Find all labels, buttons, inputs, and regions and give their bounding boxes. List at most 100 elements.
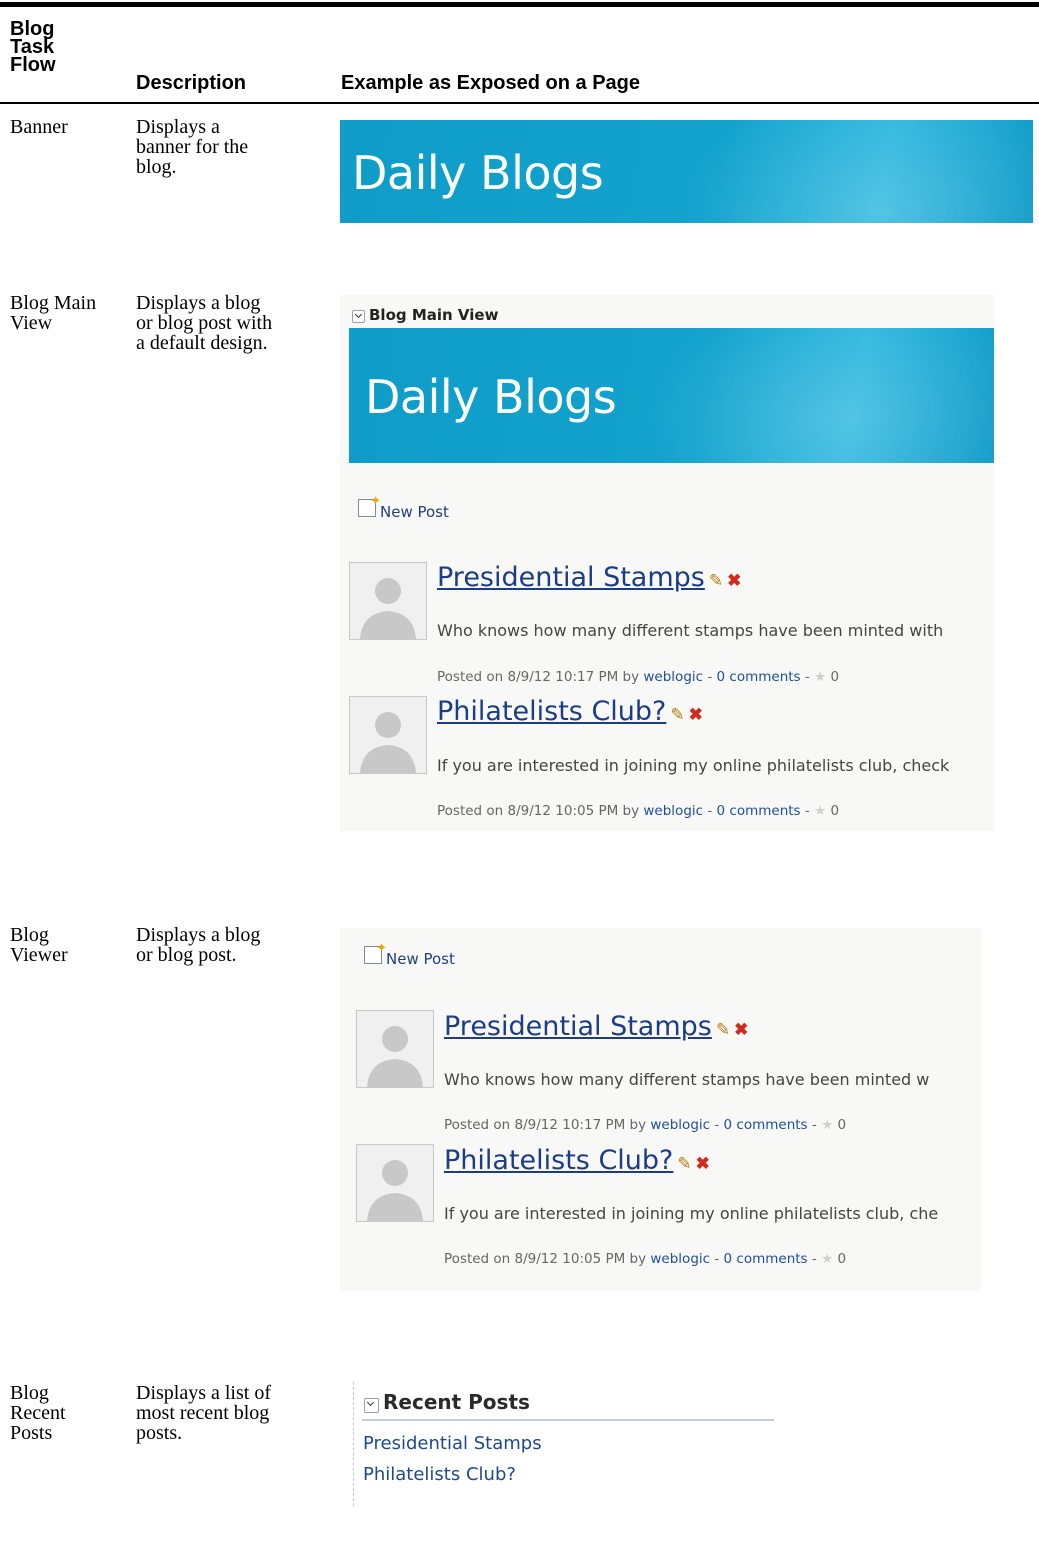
- chevron-down-icon[interactable]: [352, 309, 365, 323]
- posted-on: Posted on 8/9/12 10:05 PM by: [444, 1251, 651, 1267]
- flow-line: Recent: [10, 1402, 66, 1424]
- desc-line: blog.: [136, 156, 177, 178]
- row-banner-flow: Banner: [10, 117, 68, 137]
- desc-line: most recent blog: [136, 1402, 270, 1424]
- star-icon[interactable]: ★: [814, 803, 826, 819]
- banner: Daily Blogs: [349, 328, 994, 463]
- flow-line: View: [10, 312, 53, 334]
- new-post-label: New Post: [380, 503, 449, 521]
- separator: -: [800, 669, 815, 685]
- comments-link[interactable]: 0 comments: [724, 1117, 808, 1133]
- flow-line: Blog: [10, 1382, 49, 1404]
- post-title-row: Philatelists Club? ✎ ✖: [444, 1145, 710, 1176]
- flow-line: Blog Main: [10, 292, 97, 314]
- panel-header: Blog Main View: [352, 306, 498, 325]
- author-link[interactable]: weblogic: [643, 803, 703, 819]
- comments-link[interactable]: 0 comments: [717, 669, 801, 685]
- author-link[interactable]: weblogic: [643, 669, 703, 685]
- avatar: [349, 696, 427, 774]
- desc-line: or blog post.: [136, 944, 237, 966]
- post-title-row: Presidential Stamps ✎ ✖: [444, 1011, 748, 1042]
- banner-title: Daily Blogs: [352, 146, 604, 200]
- post-meta: Posted on 8/9/12 10:05 PM by weblogic - …: [444, 1251, 846, 1267]
- separator: -: [703, 803, 717, 819]
- pencil-icon[interactable]: ✎: [670, 705, 684, 724]
- separator: -: [703, 669, 717, 685]
- desc-line: banner for the: [136, 136, 249, 158]
- header-col-description: Description: [136, 72, 247, 94]
- separator: -: [710, 1117, 724, 1133]
- rating-count: 0: [830, 669, 840, 685]
- post-excerpt: If you are interested in joining my onli…: [437, 756, 950, 775]
- pencil-icon[interactable]: ✎: [677, 1154, 691, 1173]
- flow-line: Banner: [10, 116, 68, 138]
- posted-on: Posted on 8/9/12 10:05 PM by: [437, 803, 644, 819]
- star-icon[interactable]: ★: [814, 669, 826, 685]
- header-col-flow: Blog Task Flow: [10, 19, 56, 75]
- comments-link[interactable]: 0 comments: [724, 1251, 808, 1267]
- flow-line: Posts: [10, 1422, 53, 1444]
- desc-line: Displays a blog: [136, 292, 261, 314]
- post-meta: Posted on 8/9/12 10:05 PM by weblogic - …: [437, 803, 839, 819]
- row-mainview-description: Displays a blog or blog post with a defa…: [136, 293, 272, 353]
- post-title-link[interactable]: Presidential Stamps: [444, 1011, 712, 1042]
- desc-line: Displays a list of: [136, 1382, 271, 1404]
- new-post-button[interactable]: New Post: [358, 493, 449, 522]
- pencil-icon[interactable]: ✎: [716, 1020, 730, 1039]
- desc-line: Displays a blog: [136, 924, 261, 946]
- author-link[interactable]: weblogic: [650, 1251, 710, 1267]
- avatar: [356, 1010, 434, 1088]
- recent-post-link[interactable]: Presidential Stamps: [363, 1433, 542, 1454]
- separator: -: [807, 1117, 822, 1133]
- post-title-link[interactable]: Presidential Stamps: [437, 562, 705, 593]
- post-meta: Posted on 8/9/12 10:17 PM by weblogic - …: [437, 669, 839, 685]
- author-link[interactable]: weblogic: [650, 1117, 710, 1133]
- rating-count: 0: [837, 1251, 847, 1267]
- recent-post-link[interactable]: Philatelists Club?: [363, 1464, 516, 1485]
- banner-example: Daily Blogs: [340, 120, 1033, 223]
- flow-line: Blog: [10, 924, 49, 946]
- pencil-icon[interactable]: ✎: [709, 571, 723, 590]
- panel-title: Blog Main View: [369, 306, 499, 324]
- row-recent-description: Displays a list of most recent blog post…: [136, 1383, 271, 1443]
- posted-on: Posted on 8/9/12 10:17 PM by: [437, 669, 644, 685]
- delete-icon[interactable]: ✖: [734, 1020, 748, 1039]
- posted-on: Posted on 8/9/12 10:17 PM by: [444, 1117, 651, 1133]
- rating-count: 0: [830, 803, 840, 819]
- desc-line: or blog post with: [136, 312, 273, 334]
- header-rule: [0, 102, 1039, 104]
- new-post-icon: [358, 493, 381, 517]
- comments-link[interactable]: 0 comments: [717, 803, 801, 819]
- chevron-down-icon[interactable]: [364, 1397, 379, 1413]
- post-meta: Posted on 8/9/12 10:17 PM by weblogic - …: [444, 1117, 846, 1133]
- post-title-row: Philatelists Club? ✎ ✖: [437, 696, 703, 727]
- separator: -: [710, 1251, 724, 1267]
- blog-viewer-panel: New Post Presidential Stamps ✎ ✖ Who kno…: [340, 928, 982, 1291]
- desc-line: Displays a: [136, 116, 220, 138]
- post-excerpt: Who knows how many different stamps have…: [444, 1070, 930, 1089]
- desc-line: posts.: [136, 1422, 183, 1444]
- post-excerpt: Who knows how many different stamps have…: [437, 621, 944, 640]
- delete-icon[interactable]: ✖: [689, 705, 703, 724]
- new-post-label: New Post: [386, 950, 455, 968]
- star-icon[interactable]: ★: [821, 1117, 833, 1133]
- banner-title: Daily Blogs: [365, 370, 617, 424]
- separator: -: [807, 1251, 822, 1267]
- delete-icon[interactable]: ✖: [727, 571, 741, 590]
- separator: -: [800, 803, 815, 819]
- post-title-link[interactable]: Philatelists Club?: [437, 696, 666, 727]
- panel-header: Recent Posts: [364, 1390, 530, 1414]
- post-title-link[interactable]: Philatelists Club?: [444, 1145, 673, 1176]
- panel-title: Recent Posts: [383, 1390, 530, 1414]
- panel-underline: [362, 1419, 774, 1421]
- row-banner-description: Displays a banner for the blog.: [136, 117, 248, 177]
- row-mainview-flow: Blog Main View: [10, 293, 96, 333]
- star-icon[interactable]: ★: [821, 1251, 833, 1267]
- new-post-button[interactable]: New Post: [364, 940, 455, 969]
- desc-line: a default design.: [136, 332, 268, 354]
- row-viewer-description: Displays a blog or blog post.: [136, 925, 260, 965]
- header-col-example: Example as Exposed on a Page: [341, 72, 641, 94]
- post-title-row: Presidential Stamps ✎ ✖: [437, 562, 741, 593]
- delete-icon[interactable]: ✖: [696, 1154, 710, 1173]
- avatar: [356, 1144, 434, 1222]
